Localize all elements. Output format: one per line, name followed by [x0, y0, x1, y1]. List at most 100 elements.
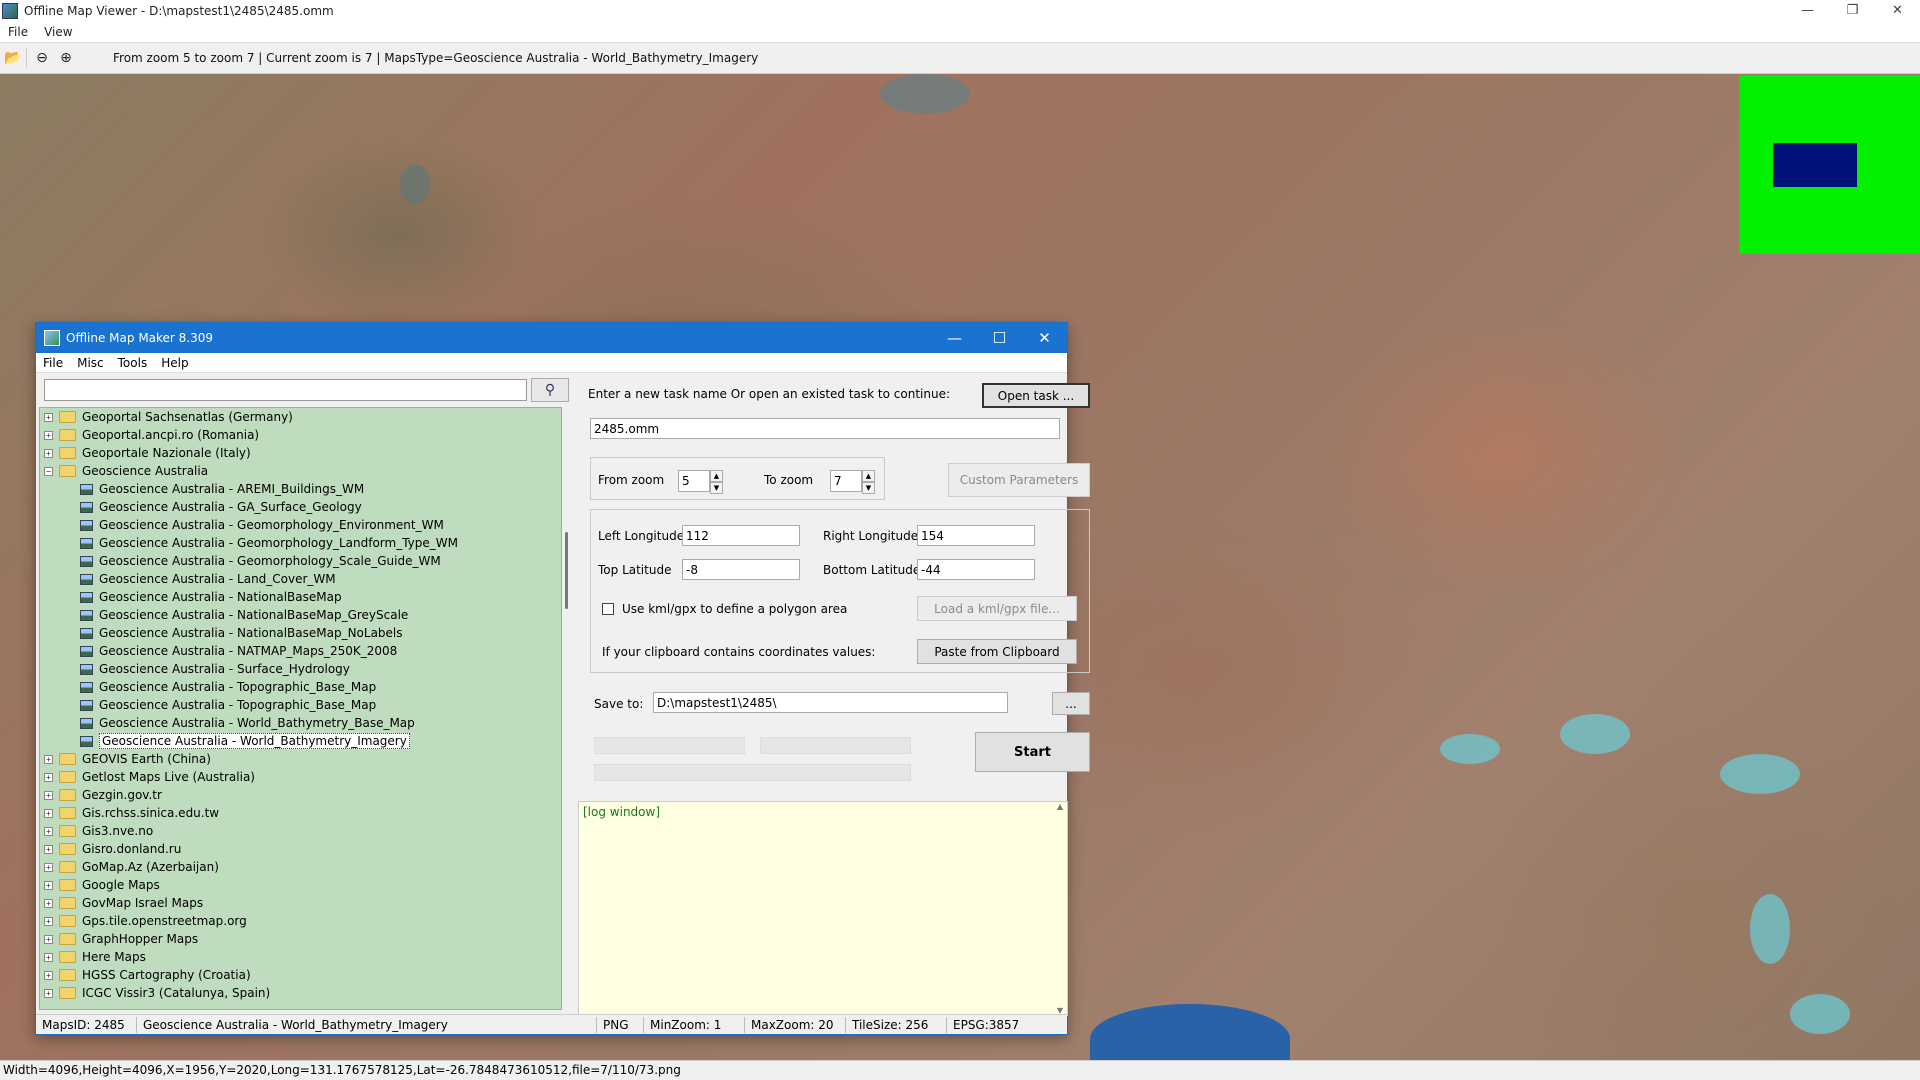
expand-icon[interactable]: + — [44, 862, 53, 872]
expand-icon[interactable]: + — [44, 808, 53, 818]
maker-menu-misc[interactable]: Misc — [70, 356, 111, 370]
to-zoom-input[interactable]: 7 — [830, 470, 862, 492]
tree-child-item[interactable]: Geoscience Australia - AREMI_Buildings_W… — [40, 480, 561, 498]
spin-up-icon[interactable]: ▲ — [862, 470, 875, 482]
search-input[interactable] — [44, 379, 527, 401]
to-zoom-stepper[interactable]: ▲ ▼ — [862, 470, 875, 494]
maker-maximize-icon[interactable]: ☐ — [977, 323, 1022, 353]
tree-folder-item[interactable]: + GoMap.Az (Azerbaijan) — [40, 858, 561, 876]
maker-menu-help[interactable]: Help — [154, 356, 195, 370]
expand-icon[interactable]: + — [44, 430, 53, 440]
tree-child-item[interactable]: Geoscience Australia - World_Bathymetry_… — [40, 714, 561, 732]
tree-folder-item[interactable]: + Geoportal.ancpi.ro (Romania) — [40, 426, 561, 444]
tree-child-item[interactable]: Geoscience Australia - Geomorphology_Lan… — [40, 534, 561, 552]
minimize-icon[interactable]: — — [1785, 0, 1830, 22]
load-kml-button[interactable]: Load a kml/gpx file... — [917, 596, 1077, 621]
save-to-input[interactable]: D:\mapstest1\2485\ — [653, 692, 1008, 713]
expand-icon[interactable]: + — [44, 412, 53, 422]
tree-folder-item[interactable]: + Gis3.nve.no — [40, 822, 561, 840]
expand-icon[interactable]: + — [44, 952, 53, 962]
bottom-latitude-input[interactable]: -44 — [917, 559, 1035, 580]
search-button[interactable]: ⚲ — [531, 378, 569, 402]
tree-scroll-thumb[interactable] — [565, 532, 568, 609]
log-window[interactable]: [log window] ▲ ▼ — [578, 801, 1068, 1016]
expand-icon[interactable]: + — [44, 880, 53, 890]
tree-child-item[interactable]: Geoscience Australia - Land_Cover_WM — [40, 570, 561, 588]
expand-icon[interactable]: + — [44, 790, 53, 800]
expand-icon[interactable]: + — [44, 754, 53, 764]
tree-child-item[interactable]: Geoscience Australia - NationalBaseMap — [40, 588, 561, 606]
tree-folder-item[interactable]: + Getlost Maps Live (Australia) — [40, 768, 561, 786]
menu-file[interactable]: File — [0, 25, 36, 39]
start-button[interactable]: Start — [975, 732, 1090, 772]
tree-scrollbar[interactable] — [563, 407, 571, 1010]
top-latitude-input[interactable]: -8 — [682, 559, 800, 580]
expand-icon[interactable]: + — [44, 772, 53, 782]
kml-checkbox[interactable] — [602, 603, 614, 615]
maps-tree[interactable]: + Geoportal Sachsenatlas (Germany) + Geopor… — [39, 407, 562, 1010]
right-longitude-input[interactable]: 154 — [917, 525, 1035, 546]
tree-folder-item[interactable]: + Gps.tile.openstreetmap.org — [40, 912, 561, 930]
browse-button[interactable]: ... — [1052, 692, 1090, 715]
tree-folder-item[interactable]: + Gisro.donland.ru — [40, 840, 561, 858]
tree-child-item[interactable]: Geoscience Australia - Topographic_Base_… — [40, 696, 561, 714]
tree-child-item[interactable]: Geoscience Australia - Geomorphology_Env… — [40, 516, 561, 534]
from-zoom-input[interactable]: 5 — [678, 470, 710, 492]
expand-icon[interactable]: + — [44, 448, 53, 458]
restore-icon[interactable]: ❐ — [1830, 0, 1875, 22]
close-icon[interactable]: ✕ — [1875, 0, 1920, 22]
tree-folder-item[interactable]: + Google Maps — [40, 876, 561, 894]
minimap[interactable] — [1739, 75, 1920, 254]
tree-item-label: Gps.tile.openstreetmap.org — [82, 914, 247, 928]
expand-icon[interactable]: + — [44, 970, 53, 980]
spin-down-icon[interactable]: ▼ — [862, 482, 875, 494]
tree-folder-item[interactable]: + ICGC Vissir3 (Catalunya, Spain) — [40, 984, 561, 1002]
task-name-input[interactable]: 2485.omm — [590, 418, 1060, 439]
maker-menu-file[interactable]: File — [36, 356, 70, 370]
open-task-button[interactable]: Open task ... — [982, 383, 1090, 408]
log-scrollbar[interactable]: ▲ ▼ — [1053, 802, 1067, 1015]
tree-folder-item[interactable]: + HGSS Cartography (Croatia) — [40, 966, 561, 984]
menu-view[interactable]: View — [36, 25, 80, 39]
zoom-out-icon[interactable]: ⊖ — [31, 47, 53, 69]
tree-folder-item[interactable]: + GEOVIS Earth (China) — [40, 750, 561, 768]
paste-clipboard-button[interactable]: Paste from Clipboard — [917, 639, 1077, 664]
tree-child-item[interactable]: Geoscience Australia - NATMAP_Maps_250K_… — [40, 642, 561, 660]
tree-child-item[interactable]: Geoscience Australia - Geomorphology_Sca… — [40, 552, 561, 570]
tree-child-item[interactable]: Geoscience Australia - GA_Surface_Geolog… — [40, 498, 561, 516]
left-longitude-input[interactable]: 112 — [682, 525, 800, 546]
tree-folder-item[interactable]: + GovMap Israel Maps — [40, 894, 561, 912]
tree-child-item[interactable]: Geoscience Australia - NationalBaseMap_N… — [40, 624, 561, 642]
tree-folder-item[interactable]: + Geoportal Sachsenatlas (Germany) — [40, 408, 561, 426]
tree-folder-item[interactable]: + Gis.rchss.sinica.edu.tw — [40, 804, 561, 822]
custom-parameters-button[interactable]: Custom Parameters — [948, 463, 1090, 497]
maker-menu-tools[interactable]: Tools — [111, 356, 155, 370]
spin-up-icon[interactable]: ▲ — [710, 470, 723, 482]
tree-folder-item[interactable]: + Geoportale Nazionale (Italy) — [40, 444, 561, 462]
expand-icon[interactable]: + — [44, 988, 53, 998]
maker-close-icon[interactable]: ✕ — [1022, 323, 1067, 353]
expand-icon[interactable]: + — [44, 898, 53, 908]
tree-folder-item[interactable]: + Gezgin.gov.tr — [40, 786, 561, 804]
expand-icon[interactable]: + — [44, 934, 53, 944]
scroll-up-icon[interactable]: ▲ — [1053, 802, 1067, 811]
expand-icon[interactable]: + — [44, 916, 53, 926]
tree-child-item[interactable]: Geoscience Australia - Surface_Hydrology — [40, 660, 561, 678]
open-folder-icon[interactable]: 📂 — [2, 47, 24, 69]
tree-folder-item[interactable]: + Here Maps — [40, 948, 561, 966]
tree-child-item[interactable]: Geoscience Australia - NationalBaseMap_G… — [40, 606, 561, 624]
tree-folder-item[interactable]: + GraphHopper Maps — [40, 930, 561, 948]
collapse-icon[interactable]: − — [44, 466, 53, 476]
tree-folder-item[interactable]: − Geoscience Australia — [40, 462, 561, 480]
tree-child-item[interactable]: Geoscience Australia - World_Bathymetry_… — [40, 732, 561, 750]
from-zoom-stepper[interactable]: ▲ ▼ — [710, 470, 723, 494]
expand-icon[interactable]: + — [44, 844, 53, 854]
zoom-in-icon[interactable]: ⊕ — [55, 47, 77, 69]
spin-down-icon[interactable]: ▼ — [710, 482, 723, 494]
app-icon — [2, 3, 18, 19]
minimap-view-rect[interactable] — [1773, 143, 1857, 187]
maker-window-controls: — ☐ ✕ — [932, 323, 1067, 353]
maker-minimize-icon[interactable]: — — [932, 323, 977, 353]
tree-child-item[interactable]: Geoscience Australia - Topographic_Base_… — [40, 678, 561, 696]
expand-icon[interactable]: + — [44, 826, 53, 836]
